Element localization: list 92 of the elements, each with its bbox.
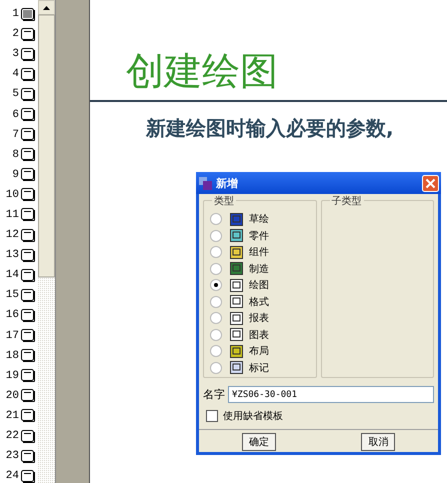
option-label: 标记: [249, 362, 269, 375]
slide-number: 19: [6, 370, 19, 382]
ok-button[interactable]: 确定: [242, 433, 276, 451]
slide-subtitle: 新建绘图时输入必要的参数,: [144, 115, 395, 140]
slide-title: 创建绘图: [125, 48, 279, 95]
slide-number: 5: [12, 88, 19, 100]
slide-thumbnail-icon[interactable]: [21, 148, 35, 162]
radio-button[interactable]: [210, 262, 222, 275]
radio-button[interactable]: [210, 296, 222, 308]
file-type-icon: [230, 246, 243, 259]
option-label: 格式: [249, 296, 269, 309]
name-label: 名字: [203, 387, 225, 402]
option-label: 图表: [249, 328, 269, 342]
close-icon[interactable]: [422, 174, 439, 192]
radio-button[interactable]: [210, 328, 222, 341]
name-input-field[interactable]: ¥ZS06-30-001: [228, 386, 434, 403]
slide-number: 17: [6, 330, 19, 342]
slide-number: 3: [12, 48, 19, 60]
slide-number: 21: [6, 410, 19, 422]
file-type-icon: [230, 229, 243, 242]
slide-number: 7: [12, 128, 19, 141]
slide-thumbnail-icon[interactable]: [21, 28, 35, 41]
slide-number: 20: [6, 390, 19, 402]
slide-number: 18: [6, 350, 19, 362]
radio-button[interactable]: [210, 345, 222, 358]
slide-number: 10: [6, 188, 19, 201]
file-type-icon: [230, 212, 243, 226]
slide-thumbnail-icon[interactable]: [21, 470, 35, 483]
file-type-icon: [230, 262, 243, 276]
slide-thumbnail-icon[interactable]: [21, 369, 35, 382]
slide-thumbnail-icon[interactable]: [21, 389, 35, 402]
file-type-icon: [230, 328, 243, 342]
option-label: 零件: [249, 230, 269, 243]
slide-number: 11: [6, 208, 19, 221]
slide-thumbnail-icon[interactable]: [21, 329, 35, 342]
slide-number: 6: [12, 108, 19, 121]
radio-button[interactable]: [210, 312, 222, 324]
slide-number: 24: [6, 470, 19, 482]
slide-thumbnail-icon[interactable]: [21, 430, 35, 443]
slide-thumbnail-icon[interactable]: [21, 450, 35, 463]
slide-thumbnail-icon[interactable]: [21, 8, 35, 21]
file-type-icon: [230, 312, 243, 325]
checkbox-label: 使用缺省模板: [223, 410, 283, 423]
slide-number: 22: [6, 430, 19, 442]
slide-thumbnail-icon[interactable]: [21, 88, 35, 101]
slide-number: 23: [6, 450, 19, 462]
slide-thumbnail-icon[interactable]: [21, 248, 35, 262]
radio-button[interactable]: [210, 230, 222, 242]
slide-number: 1: [12, 8, 19, 20]
group-label: 类型: [212, 194, 236, 208]
option-label: 制造: [249, 262, 269, 276]
slide-number: 12: [6, 229, 19, 242]
radio-button[interactable]: [210, 279, 222, 292]
slide-thumbnail-icon[interactable]: [21, 288, 35, 302]
file-type-icon: [230, 278, 243, 292]
slide-number: 14: [6, 269, 19, 282]
slide-thumbnail-icon[interactable]: [21, 308, 35, 322]
app-icon: [199, 176, 212, 190]
file-type-icon: [230, 344, 243, 358]
slide-thumbnail-icon[interactable]: [21, 68, 35, 81]
slide-thumbnail-icon[interactable]: [21, 349, 35, 362]
option-label: 绘图: [249, 279, 269, 292]
slide-number: 16: [6, 309, 19, 322]
option-label: 布局: [249, 345, 269, 358]
cancel-button[interactable]: 取消: [361, 433, 396, 451]
slide-thumbnail-icon[interactable]: [21, 268, 35, 282]
radio-button[interactable]: [210, 362, 222, 374]
file-type-icon: [230, 361, 243, 374]
slide-thumbnail-icon[interactable]: [21, 208, 35, 222]
slide-thumbnail-icon[interactable]: [21, 48, 35, 61]
dialog-title: 新增: [216, 176, 239, 190]
scrollbar[interactable]: [38, 0, 55, 483]
slide-number: 4: [12, 68, 19, 80]
slide-number: 9: [12, 168, 19, 181]
option-label: 组件: [249, 246, 269, 260]
option-label: 草绘: [249, 212, 269, 226]
slide-thumbnail-icon[interactable]: [21, 228, 35, 242]
slide-thumbnail-icon[interactable]: [21, 108, 35, 122]
slide-number: 13: [6, 249, 19, 262]
slide-thumbnail-icon[interactable]: [21, 168, 35, 182]
slide-number: 8: [12, 148, 19, 161]
checkbox[interactable]: [206, 410, 218, 422]
slide-number: 15: [6, 289, 19, 302]
group-label: 子类型: [330, 194, 364, 208]
slide-number: 2: [12, 28, 19, 40]
radio-button[interactable]: [210, 246, 222, 258]
option-label: 报表: [249, 312, 269, 326]
slide-thumbnail-icon[interactable]: [21, 409, 35, 422]
file-type-icon: [230, 295, 243, 308]
slide-thumbnail-icon[interactable]: [21, 188, 35, 202]
radio-button[interactable]: [210, 213, 222, 226]
slide-thumbnail-icon[interactable]: [21, 128, 35, 142]
